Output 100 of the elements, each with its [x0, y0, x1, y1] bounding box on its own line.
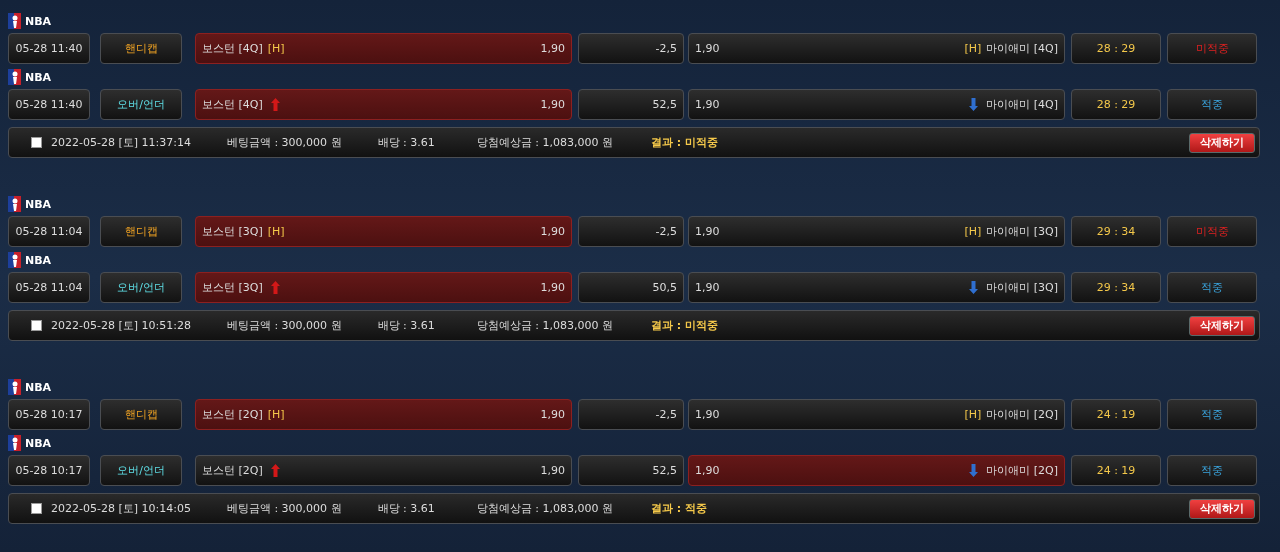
team-name: 보스턴 [3Q]: [202, 224, 263, 239]
select-checkbox[interactable]: [31, 320, 42, 331]
league-logo-icon: [8, 196, 21, 212]
bet-datetime: 2022-05-28 [토] 10:14:05: [51, 501, 191, 516]
line-value: 50,5: [578, 272, 684, 303]
league-logo-icon: [8, 69, 21, 85]
expected-payout: 당첨예상금 : 1,083,000 원: [476, 135, 613, 150]
league-name: NBA: [25, 197, 52, 211]
bet-odds: 배당 : 3.61: [377, 135, 435, 150]
home-pick[interactable]: 보스턴 [2Q] 1,90: [195, 455, 572, 486]
bet-type: 핸디캡: [100, 33, 182, 64]
team-name: 보스턴 [3Q]: [202, 280, 263, 295]
expected-payout: 당첨예상금 : 1,083,000 원: [476, 318, 613, 333]
bet-type: 핸디캡: [100, 399, 182, 430]
odds: 1,90: [695, 42, 720, 55]
odds: 1,90: [695, 98, 720, 111]
home-tag: [H]: [267, 42, 285, 55]
odds: 1,90: [540, 408, 565, 421]
arrow-up-icon: [270, 98, 280, 111]
match-time: 05-28 11:04: [8, 216, 90, 247]
team-name: 마이애미 [2Q]: [986, 407, 1058, 422]
odds: 1,90: [695, 281, 720, 294]
odds: 1,90: [540, 281, 565, 294]
league-name: NBA: [25, 380, 52, 394]
home-tag: [H]: [267, 408, 285, 421]
team-name: 마이애미 [4Q]: [986, 41, 1058, 56]
team-name: 보스턴 [4Q]: [202, 97, 263, 112]
bet-amount: 베팅금액 : 300,000 원: [226, 318, 342, 333]
odds: 1,90: [695, 225, 720, 238]
bet-odds: 배당 : 3.61: [377, 501, 435, 516]
line-value: -2,5: [578, 399, 684, 430]
bet-type: 핸디캡: [100, 216, 182, 247]
match-time: 05-28 11:40: [8, 33, 90, 64]
score: 28 : 29: [1071, 89, 1161, 120]
line-value: -2,5: [578, 216, 684, 247]
odds: 1,90: [540, 98, 565, 111]
result-status: 미적중: [1167, 216, 1257, 247]
match-time: 05-28 10:17: [8, 455, 90, 486]
home-pick[interactable]: 보스턴 [4Q] [H] 1,90: [195, 33, 572, 64]
away-pick[interactable]: 1,90 마이애미 [2Q]: [688, 455, 1065, 486]
score: 24 : 19: [1071, 455, 1161, 486]
line-value: -2,5: [578, 33, 684, 64]
league-name: NBA: [25, 14, 52, 28]
arrow-down-icon: [969, 464, 979, 477]
league-logo-icon: [8, 435, 21, 451]
match-time: 05-28 11:04: [8, 272, 90, 303]
score: 24 : 19: [1071, 399, 1161, 430]
line-value: 52,5: [578, 455, 684, 486]
away-pick[interactable]: 1,90 마이애미 [3Q]: [688, 272, 1065, 303]
select-checkbox[interactable]: [31, 137, 42, 148]
away-pick[interactable]: 1,90 마이애미 [4Q]: [688, 89, 1065, 120]
league-logo-icon: [8, 252, 21, 268]
bet-odds: 배당 : 3.61: [377, 318, 435, 333]
odds: 1,90: [540, 42, 565, 55]
bet-amount: 베팅금액 : 300,000 원: [226, 501, 342, 516]
team-name: 마이애미 [4Q]: [986, 97, 1058, 112]
home-tag: [H]: [964, 225, 982, 238]
team-name: 보스턴 [2Q]: [202, 463, 263, 478]
expected-payout: 당첨예상금 : 1,083,000 원: [476, 501, 613, 516]
home-pick[interactable]: 보스턴 [4Q] 1,90: [195, 89, 572, 120]
home-tag: [H]: [267, 225, 285, 238]
bet-type: 오버/언더: [100, 89, 182, 120]
away-pick[interactable]: 1,90 [H] 마이애미 [2Q]: [688, 399, 1065, 430]
arrow-up-icon: [270, 281, 280, 294]
result-status: 적중: [1167, 455, 1257, 486]
result-status: 적중: [1167, 399, 1257, 430]
away-pick[interactable]: 1,90 [H] 마이애미 [4Q]: [688, 33, 1065, 64]
bet-result: 결과 : 미적중: [651, 318, 719, 333]
arrow-down-icon: [969, 281, 979, 294]
bet-result: 결과 : 미적중: [651, 135, 719, 150]
league-name: NBA: [25, 436, 52, 450]
score: 29 : 34: [1071, 216, 1161, 247]
team-name: 마이애미 [2Q]: [986, 463, 1058, 478]
odds: 1,90: [540, 225, 565, 238]
away-pick[interactable]: 1,90 [H] 마이애미 [3Q]: [688, 216, 1065, 247]
league-name: NBA: [25, 253, 52, 267]
home-pick[interactable]: 보스턴 [3Q] [H] 1,90: [195, 216, 572, 247]
home-tag: [H]: [964, 42, 982, 55]
team-name: 마이애미 [3Q]: [986, 224, 1058, 239]
team-name: 마이애미 [3Q]: [986, 280, 1058, 295]
delete-button[interactable]: 삭제하기: [1189, 498, 1255, 519]
line-value: 52,5: [578, 89, 684, 120]
delete-button[interactable]: 삭제하기: [1189, 315, 1255, 336]
bet-datetime: 2022-05-28 [토] 11:37:14: [51, 135, 191, 150]
odds: 1,90: [540, 464, 565, 477]
result-status: 적중: [1167, 272, 1257, 303]
delete-button[interactable]: 삭제하기: [1189, 132, 1255, 153]
league-logo-icon: [8, 13, 21, 29]
home-tag: [H]: [964, 408, 982, 421]
bet-datetime: 2022-05-28 [토] 10:51:28: [51, 318, 191, 333]
score: 28 : 29: [1071, 33, 1161, 64]
bet-type: 오버/언더: [100, 455, 182, 486]
home-pick[interactable]: 보스턴 [2Q] [H] 1,90: [195, 399, 572, 430]
home-pick[interactable]: 보스턴 [3Q] 1,90: [195, 272, 572, 303]
result-status: 적중: [1167, 89, 1257, 120]
league-name: NBA: [25, 70, 52, 84]
team-name: 보스턴 [2Q]: [202, 407, 263, 422]
bet-amount: 베팅금액 : 300,000 원: [226, 135, 342, 150]
select-checkbox[interactable]: [31, 503, 42, 514]
league-logo-icon: [8, 379, 21, 395]
